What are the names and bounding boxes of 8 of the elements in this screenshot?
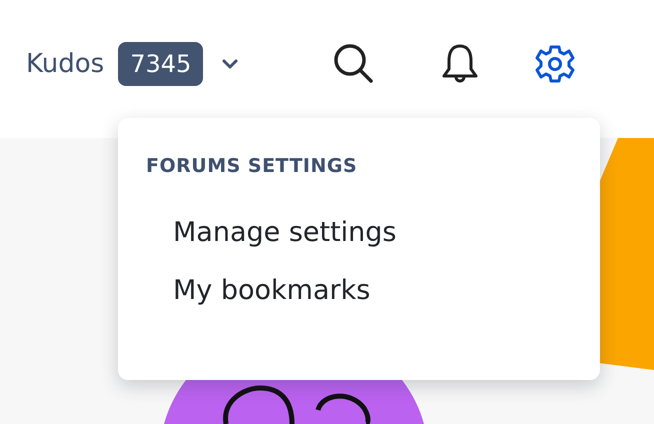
kudos-label: Kudos	[26, 48, 104, 80]
settings-icon[interactable]	[535, 44, 576, 84]
menu-heading: FORUMS SETTINGS	[145, 154, 358, 179]
search-icon[interactable]	[333, 43, 376, 85]
bell-icon[interactable]	[441, 43, 480, 85]
menu-item[interactable]: Manage settings	[118, 206, 397, 265]
kudos-count: 7345	[118, 42, 204, 86]
menu-item[interactable]: My bookmarks	[118, 265, 370, 324]
